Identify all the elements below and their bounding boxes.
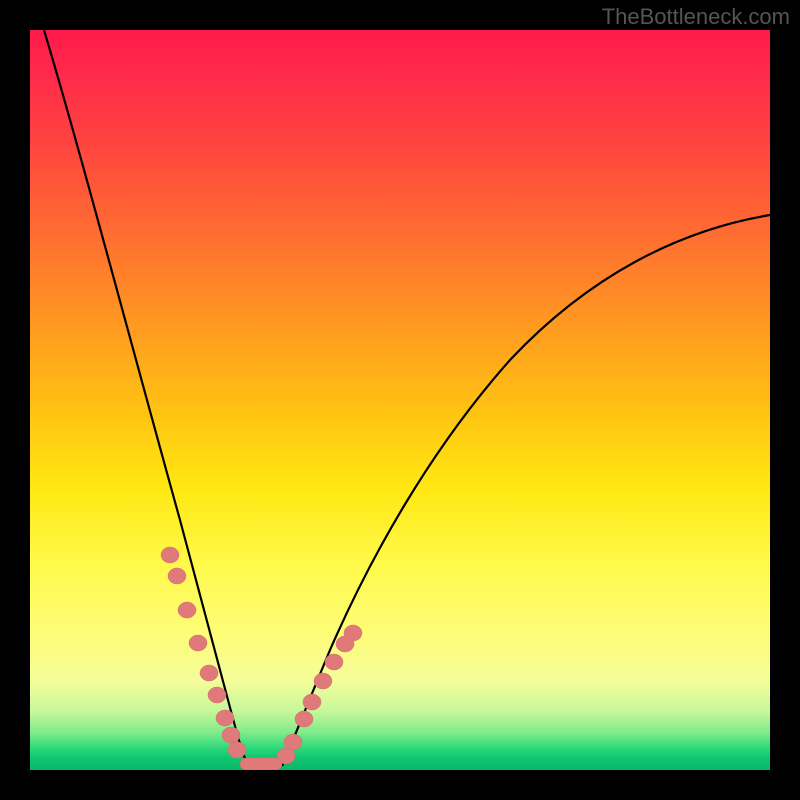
watermark-text: TheBottleneck.com <box>602 6 790 28</box>
bottom-connector-pill <box>240 758 282 770</box>
right-curve <box>282 215 770 766</box>
curves-layer <box>30 30 770 770</box>
left-curve <box>44 30 248 766</box>
beads-left <box>161 547 246 758</box>
plot-area <box>30 30 770 770</box>
beads-right <box>277 625 362 764</box>
chart-frame: TheBottleneck.com <box>0 0 800 800</box>
